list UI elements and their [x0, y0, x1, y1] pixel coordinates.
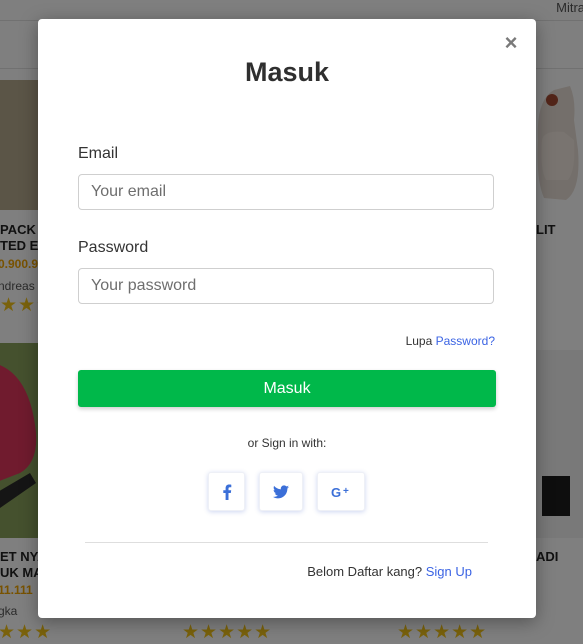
forgot-password-prefix: Lupa [405, 334, 433, 348]
forgot-password-text: Lupa Password? [406, 334, 495, 348]
twitter-signin-button[interactable] [259, 472, 303, 511]
email-field[interactable] [78, 174, 494, 210]
svg-text:+: + [343, 486, 349, 497]
password-field[interactable] [78, 268, 494, 304]
password-label: Password [78, 239, 149, 256]
facebook-icon [222, 484, 231, 500]
signup-link[interactable]: Sign Up [426, 564, 472, 579]
modal-title: Masuk [244, 57, 330, 87]
social-signin-prompt: or Sign in with: [247, 436, 327, 450]
login-submit-button[interactable]: Masuk [78, 370, 496, 407]
close-button[interactable]: × [502, 32, 520, 54]
login-modal: × Masuk Email Password Lupa Password? Ma… [38, 19, 536, 618]
twitter-icon [273, 484, 289, 498]
facebook-signin-button[interactable] [208, 472, 245, 511]
email-label: Email [78, 145, 119, 162]
svg-text:G: G [331, 486, 341, 498]
footer-divider [85, 542, 488, 543]
signup-prompt: Belom Daftar kang? [307, 564, 423, 579]
signup-text: Belom Daftar kang? Sign Up [307, 564, 472, 579]
forgot-password-link[interactable]: Password? [436, 334, 495, 348]
google-plus-signin-button[interactable]: G + [317, 472, 365, 511]
google-plus-icon: G + [331, 486, 349, 498]
